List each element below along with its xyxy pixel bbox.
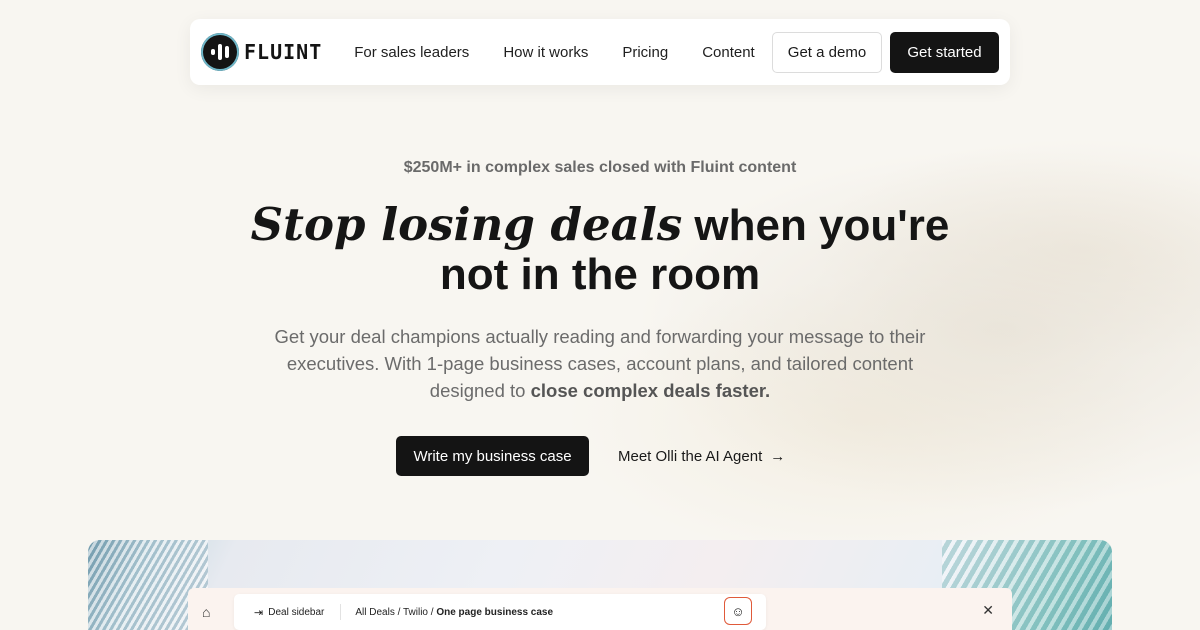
headline-line-2: not in the room [439,250,761,299]
deal-sidebar-button[interactable]: ⇥ Deal sidebar [254,606,324,619]
olli-face-icon[interactable]: ☺ [724,597,752,625]
home-icon[interactable]: ⌂ [202,604,210,620]
nav-link-content[interactable]: Content [702,44,755,61]
hero-eyebrow: $250M+ in complex sales closed with Flui… [403,159,797,176]
app-toolbar: ⇥ Deal sidebar All Deals / Twilio / One … [234,594,766,630]
deal-sidebar-label: Deal sidebar [268,606,325,618]
hero-subtitle: Get your deal champions actually reading… [260,323,940,404]
breadcrumb-path[interactable]: All Deals / Twilio / [355,607,436,618]
toolbar-divider [340,604,342,620]
sidebar-toggle-icon: ⇥ [254,606,264,619]
headline-italic: Stop losing deals [250,198,683,251]
logo-text: FLUINT [244,40,323,64]
nav-link-sales-leaders[interactable]: For sales leaders [354,44,469,61]
get-started-button[interactable]: Get started [890,32,999,73]
meet-olli-label: Meet Olli the AI Agent [618,447,763,465]
breadcrumb-current: One page business case [436,606,554,618]
arrow-right-icon: → [770,447,786,465]
product-preview: ⌂ ⇥ Deal sidebar All Deals / Twilio / On… [88,540,1112,630]
headline-line-1: when you're [682,201,950,250]
nav-links: For sales leaders How it works Pricing C… [354,44,788,61]
hero-headline: Stop losing deals when you're not in the… [0,200,1200,299]
write-business-case-button[interactable]: Write my business case [396,436,589,476]
fluint-logo-icon [201,33,239,71]
nav-link-how-it-works[interactable]: How it works [503,44,588,61]
app-window: ⌂ ⇥ Deal sidebar All Deals / Twilio / On… [188,588,1012,630]
breadcrumb: All Deals / Twilio / One page business c… [355,607,553,618]
nav-link-pricing[interactable]: Pricing [622,44,668,61]
logo[interactable]: FLUINT [201,33,322,71]
close-icon[interactable]: ✕ [982,602,994,619]
background-decoration [0,0,1200,630]
meet-olli-link[interactable]: Meet Olli the AI Agent → [618,436,785,476]
subtitle-bold: close complex deals faster. [530,380,771,401]
top-navigation: FLUINT For sales leaders How it works Pr… [190,19,1010,85]
get-demo-button[interactable]: Get a demo [772,32,882,73]
